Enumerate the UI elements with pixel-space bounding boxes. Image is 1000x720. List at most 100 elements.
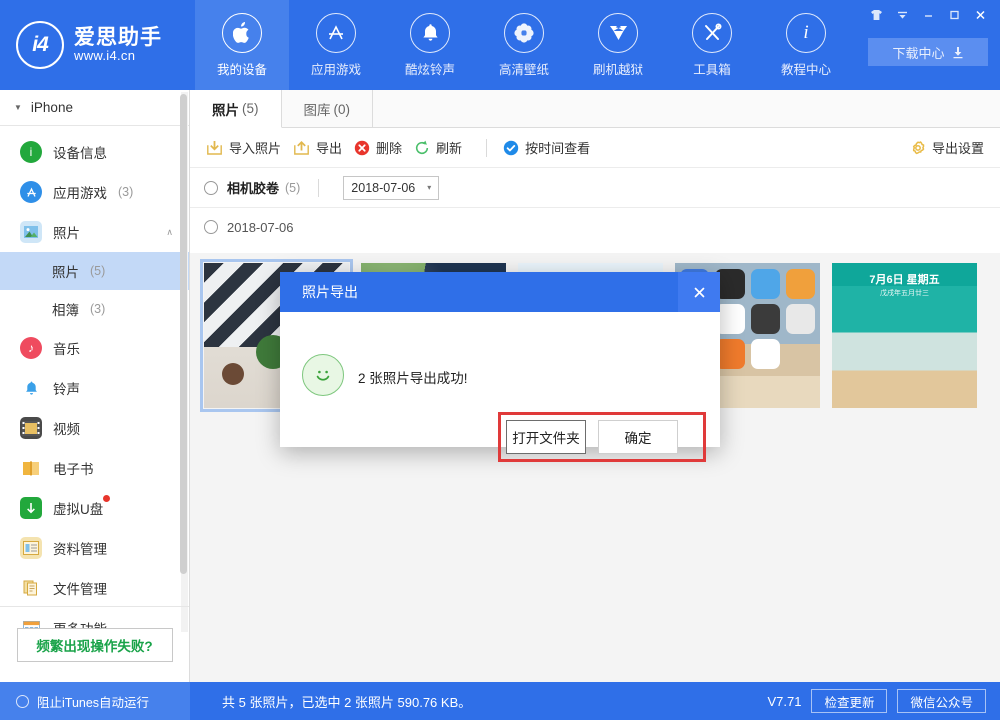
dialog-title: 照片导出 [302, 282, 358, 302]
tab-count: (5) [242, 101, 259, 116]
delete-icon [354, 140, 370, 156]
sidebar-item-device-info[interactable]: i 设备信息 [0, 132, 189, 172]
help-button[interactable]: 频繁出现操作失败? [17, 628, 173, 662]
sidebar-item-virtual-usb[interactable]: 虚拟U盘 [0, 488, 189, 528]
sidebar-item-photos-group[interactable]: 照片 ∧ [0, 212, 189, 252]
export-settings-label: 导出设置 [932, 138, 984, 157]
nav-label: 高清壁纸 [499, 59, 549, 78]
nav-label: 我的设备 [217, 59, 267, 78]
selection-summary: 共 5 张照片，已选中 2 张照片 590.76 KB。 [222, 692, 471, 711]
export-button[interactable]: 导出 [291, 134, 352, 161]
skin-icon[interactable] [864, 4, 888, 26]
sidebar-item-label: 虚拟U盘 [53, 502, 103, 517]
app-icon [751, 269, 780, 299]
download-center-button[interactable]: 下载中心 [868, 38, 988, 66]
nav-item-my-device[interactable]: 我的设备 [195, 0, 289, 90]
date-group-row: 2018-07-06 [190, 208, 1000, 246]
block-itunes-toggle[interactable]: 阻止iTunes自动运行 [0, 682, 190, 720]
sidebar-list: i 设备信息 应用游戏 (3) 照片 ∧ 照片 (5) [0, 126, 189, 648]
content-tabs: 照片 (5) 图库 (0) [190, 90, 1000, 128]
check-update-button[interactable]: 检查更新 [811, 689, 887, 713]
wechat-button[interactable]: 微信公众号 [897, 689, 986, 713]
nav-label: 工具箱 [693, 59, 731, 78]
sidebar-item-label: 文件管理 [53, 578, 107, 598]
nav-item-tutorials[interactable]: i 教程中心 [759, 0, 853, 90]
sidebar-item-label-wrap: 虚拟U盘 [53, 498, 103, 518]
appstore-icon [316, 13, 356, 53]
sidebar-footer: 频繁出现操作失败? [0, 606, 189, 682]
bell-icon [410, 13, 450, 53]
date-filter-value: 2018-07-06 [351, 181, 415, 195]
app-window: i4 爱思助手 www.i4.cn 我的设备 应用游戏 [0, 0, 1000, 720]
nav-label: 酷炫铃声 [405, 59, 455, 78]
export-settings-button[interactable]: 导出设置 [910, 138, 984, 157]
check-circle-icon [503, 140, 519, 156]
version-label: V7.71 [767, 694, 801, 709]
menu-dropdown-icon[interactable] [890, 4, 914, 26]
dialog-message: 2 张照片导出成功! [358, 367, 468, 387]
video-icon [20, 417, 42, 439]
filter-bar: 相机胶卷 (5) 2018-07-06 ▾ [190, 168, 1000, 208]
tab-photos[interactable]: 照片 (5) [190, 90, 282, 128]
delete-button[interactable]: 删除 [352, 134, 412, 161]
download-center-label: 下载中心 [892, 43, 944, 62]
photo-thumb-lockscreen[interactable]: 7月6日 星期五 戊戌年五月廿三 [832, 263, 977, 408]
import-photos-button[interactable]: 导入照片 [204, 134, 291, 161]
toolbar-label: 刷新 [436, 138, 462, 157]
sidebar-scrollbar-thumb[interactable] [180, 94, 187, 574]
sidebar-item-albums[interactable]: 相簿 (3) [0, 290, 189, 328]
window-controls [864, 4, 992, 26]
sidebar-item-music[interactable]: ♪ 音乐 [0, 328, 189, 368]
gear-icon [910, 140, 926, 156]
lockscreen-lunar: 戊戌年五月廿三 [832, 288, 977, 298]
nav-item-toolbox[interactable]: 工具箱 [665, 0, 759, 90]
close-icon[interactable] [678, 272, 720, 312]
bell-icon [20, 377, 42, 399]
nav-item-apps-games[interactable]: 应用游戏 [289, 0, 383, 90]
close-icon[interactable] [968, 4, 992, 26]
nav-item-flash-jailbreak[interactable]: 刷机越狱 [571, 0, 665, 90]
download-icon [952, 46, 964, 59]
sidebar-item-label: 电子书 [53, 458, 94, 478]
sidebar-item-data-management[interactable]: 资料管理 [0, 528, 189, 568]
nav-label: 刷机越狱 [593, 59, 643, 78]
camera-roll-radio[interactable] [204, 181, 218, 195]
sidebar-item-videos[interactable]: 视频 [0, 408, 189, 448]
sidebar-scrollbar-track[interactable] [181, 92, 188, 632]
refresh-button[interactable]: 刷新 [412, 134, 472, 161]
top-bar: i4 爱思助手 www.i4.cn 我的设备 应用游戏 [0, 0, 1000, 90]
app-icon [786, 269, 815, 299]
info-circle-icon: i [20, 141, 42, 163]
confirm-button[interactable]: 确定 [598, 420, 678, 454]
block-itunes-label: 阻止iTunes自动运行 [37, 692, 149, 711]
nav-label: 教程中心 [781, 59, 831, 78]
maximize-icon[interactable] [942, 4, 966, 26]
sidebar-item-count: (3) [90, 302, 105, 316]
radio-icon [16, 695, 29, 708]
sidebar-item-ringtones[interactable]: 铃声 [0, 368, 189, 408]
tab-gallery[interactable]: 图库 (0) [282, 90, 374, 128]
photo-icon [20, 221, 42, 243]
lockscreen-date: 7月6日 星期五 [832, 271, 977, 287]
nav-label: 应用游戏 [311, 59, 361, 78]
sidebar-item-apps-games[interactable]: 应用游戏 (3) [0, 172, 189, 212]
sidebar-item-ebooks[interactable]: 电子书 [0, 448, 189, 488]
date-group-label: 2018-07-06 [227, 220, 294, 235]
sidebar-item-photos[interactable]: 照片 (5) [0, 252, 189, 290]
sidebar-item-label: 视频 [53, 418, 80, 438]
open-folder-button[interactable]: 打开文件夹 [506, 420, 586, 454]
dialog-title-bar: 照片导出 [280, 272, 720, 312]
date-filter-select[interactable]: 2018-07-06 ▾ [343, 176, 439, 200]
minimize-icon[interactable] [916, 4, 940, 26]
sidebar-item-file-management[interactable]: 文件管理 [0, 568, 189, 608]
nav-item-ringtones[interactable]: 酷炫铃声 [383, 0, 477, 90]
sidebar-device-header[interactable]: ▼ iPhone [0, 90, 189, 126]
toolbar-separator [486, 139, 487, 157]
filter-separator [318, 179, 319, 197]
view-by-time-toggle[interactable]: 按时间查看 [501, 134, 600, 161]
toolbar-label: 按时间查看 [525, 138, 590, 157]
box-icon [598, 13, 638, 53]
camera-roll-count: (5) [285, 181, 300, 195]
nav-item-wallpapers[interactable]: 高清壁纸 [477, 0, 571, 90]
date-group-radio[interactable] [204, 220, 218, 234]
